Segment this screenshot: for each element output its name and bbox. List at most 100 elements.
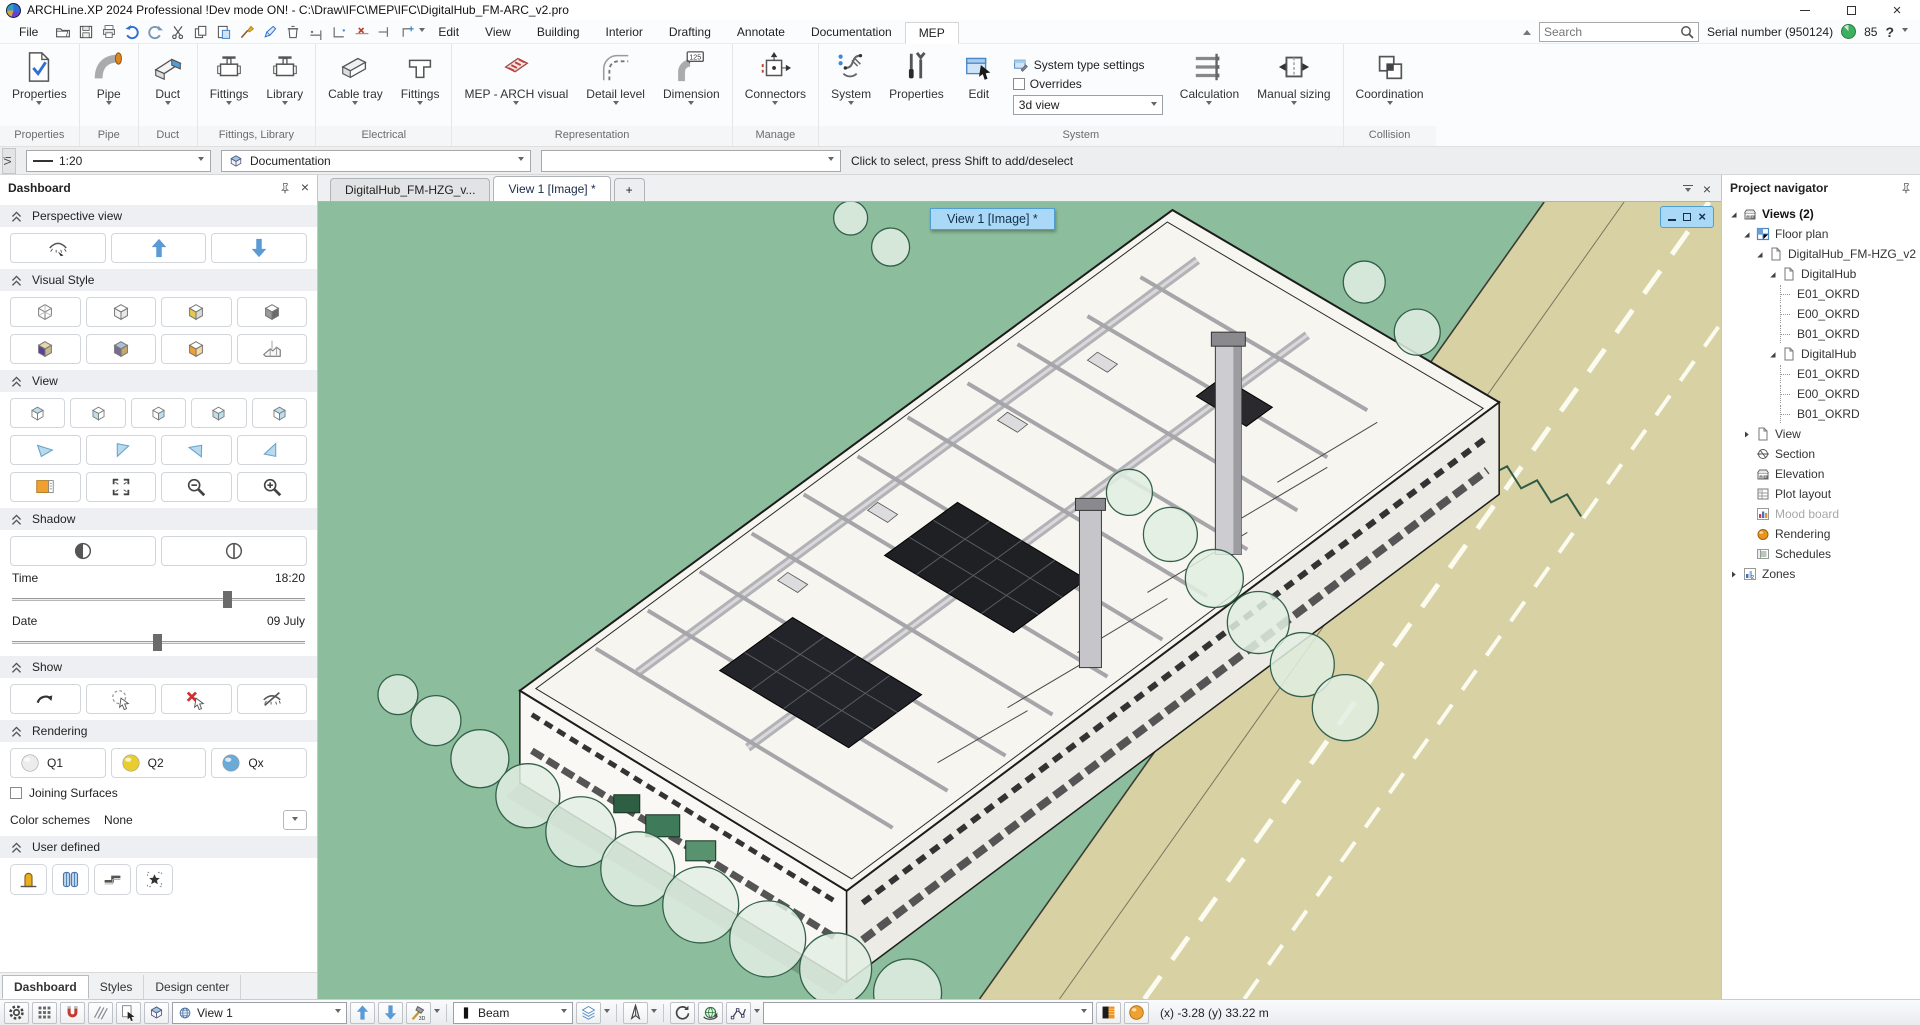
active-view-select[interactable]: View 1: [172, 1002, 347, 1024]
3d-mode-button[interactable]: [144, 1002, 169, 1024]
menu-documentation[interactable]: Documentation: [798, 22, 905, 42]
tree-item-digitalhub-fm[interactable]: DigitalHub_FM-HZG_v2: [1722, 244, 1920, 264]
hide-elements-button[interactable]: [237, 684, 308, 714]
electrical-fittings-button[interactable]: Fittings: [392, 46, 449, 126]
date-slider[interactable]: [12, 634, 305, 651]
select-visible-button[interactable]: [86, 684, 157, 714]
collapse-ribbon-icon[interactable]: [1523, 26, 1531, 35]
view-close-icon[interactable]: [1698, 210, 1706, 224]
favorites-button[interactable]: [136, 864, 173, 895]
section-perspective-view[interactable]: Perspective view: [0, 205, 317, 227]
style-realistic-button[interactable]: [86, 334, 157, 364]
dimension-button[interactable]: Dimension: [654, 46, 729, 126]
corner-dimension-button[interactable]: [327, 22, 350, 42]
menu-mep[interactable]: MEP: [905, 22, 959, 44]
menu-annotate[interactable]: Annotate: [724, 22, 798, 42]
style-hidden-line-button[interactable]: [86, 297, 157, 327]
north-direction-button[interactable]: [623, 1002, 648, 1024]
view-rotate-down-button[interactable]: [237, 435, 308, 465]
layers-button[interactable]: [576, 1002, 601, 1024]
library-button[interactable]: Library: [257, 46, 312, 126]
section-view[interactable]: View: [0, 370, 317, 392]
view-minimize-icon[interactable]: [1668, 219, 1676, 221]
element-type-select[interactable]: Beam: [453, 1002, 573, 1024]
manual-sizing-button[interactable]: Manual sizing: [1248, 46, 1339, 126]
pin-icon[interactable]: [1900, 182, 1912, 194]
cable-tray-button[interactable]: Cable tray: [319, 46, 392, 126]
tab-list-icon[interactable]: [1683, 185, 1693, 195]
menu-file[interactable]: File: [6, 22, 51, 42]
collapsed-panel-tab[interactable]: Vi: [2, 148, 16, 174]
view-axon-5-button[interactable]: [252, 398, 307, 428]
scale-select[interactable]: 1:20: [26, 150, 211, 172]
color-schemes-select[interactable]: [283, 810, 307, 830]
time-slider-handle[interactable]: [223, 591, 232, 608]
view-restore-icon[interactable]: [1683, 213, 1691, 221]
cursor-mode-button[interactable]: [116, 1002, 141, 1024]
shadow-on-button[interactable]: [10, 536, 156, 566]
close-view-icon[interactable]: [1703, 182, 1711, 197]
tree-item-b01-okrd-2[interactable]: B01_OKRD: [1722, 404, 1920, 424]
expander-icon[interactable]: [1767, 270, 1778, 279]
panel-colors-button[interactable]: [1096, 1002, 1121, 1024]
detail-level-button[interactable]: Detail level: [577, 46, 654, 126]
search-icon[interactable]: [1680, 25, 1694, 39]
coordination-button[interactable]: Coordination: [1347, 46, 1433, 126]
fittings-button[interactable]: Fittings: [201, 46, 258, 126]
measure-button[interactable]: [304, 22, 327, 42]
tab-design-center[interactable]: Design center: [144, 975, 241, 999]
hatch-button[interactable]: [88, 1002, 113, 1024]
command-input-select[interactable]: [541, 150, 841, 172]
render-qx-button[interactable]: Qx: [211, 748, 307, 778]
calculation-button[interactable]: Calculation: [1171, 46, 1248, 126]
delete-button[interactable]: [281, 22, 304, 42]
image-view-button[interactable]: [10, 472, 81, 502]
system-type-settings-button[interactable]: System type settings: [1013, 57, 1163, 73]
expander-icon[interactable]: [1741, 430, 1752, 439]
render-q2-button[interactable]: Q2: [111, 748, 207, 778]
menu-edit[interactable]: Edit: [425, 22, 472, 42]
zoom-in-button[interactable]: [237, 472, 308, 502]
view-axon-1-button[interactable]: [10, 398, 65, 428]
shadow-split-button[interactable]: [161, 536, 307, 566]
build-3d-button[interactable]: [406, 1002, 431, 1024]
expander-icon[interactable]: [1754, 250, 1765, 259]
close-button[interactable]: [1874, 0, 1920, 20]
menu-drafting[interactable]: Drafting: [656, 22, 724, 42]
tree-item-elevation[interactable]: Elevation: [1722, 464, 1920, 484]
tree-item-plot-layout[interactable]: Plot layout: [1722, 484, 1920, 504]
expander-icon[interactable]: [1767, 350, 1778, 359]
floor-up-button[interactable]: [350, 1002, 375, 1024]
time-slider[interactable]: [12, 591, 305, 608]
chevron-down-icon[interactable]: [434, 1009, 440, 1016]
tree-item-e01-okrd[interactable]: E01_OKRD: [1722, 284, 1920, 304]
view-axon-3-button[interactable]: [131, 398, 186, 428]
render-q1-button[interactable]: Q1: [10, 748, 106, 778]
mep-arch-visual-button[interactable]: MEP - ARCH visual: [455, 46, 577, 126]
paintbrush-button[interactable]: [235, 22, 258, 42]
tree-item-e00-okrd[interactable]: E00_OKRD: [1722, 304, 1920, 324]
active-view-float-label[interactable]: View 1 [Image] *: [930, 208, 1055, 230]
deselect-button[interactable]: [161, 684, 232, 714]
tree-item-schedules[interactable]: Schedules: [1722, 544, 1920, 564]
floor-down-button[interactable]: [378, 1002, 403, 1024]
add-point-button[interactable]: [396, 22, 419, 42]
wall-button[interactable]: [94, 864, 131, 895]
properties-button[interactable]: Properties: [3, 46, 76, 126]
expander-icon[interactable]: [1741, 230, 1752, 239]
system-edit-button[interactable]: Edit: [953, 46, 1005, 126]
section-visual-style[interactable]: Visual Style: [0, 269, 317, 291]
tree-item-views[interactable]: Views (2): [1722, 204, 1920, 224]
coordinate-input[interactable]: [763, 1002, 1093, 1024]
polyline-mode-button[interactable]: [726, 1002, 751, 1024]
grid-toggle-button[interactable]: [32, 1002, 57, 1024]
menu-building[interactable]: Building: [524, 22, 593, 42]
pen-button[interactable]: [258, 22, 281, 42]
new-view-tab-button[interactable]: +: [614, 178, 645, 201]
chevron-down-icon[interactable]: [651, 1009, 657, 1016]
door-button[interactable]: [10, 864, 47, 895]
tree-item-digitalhub-1[interactable]: DigitalHub: [1722, 264, 1920, 284]
orbit-button[interactable]: [10, 684, 81, 714]
expander-icon[interactable]: [1728, 210, 1739, 219]
settings-button[interactable]: [4, 1002, 29, 1024]
